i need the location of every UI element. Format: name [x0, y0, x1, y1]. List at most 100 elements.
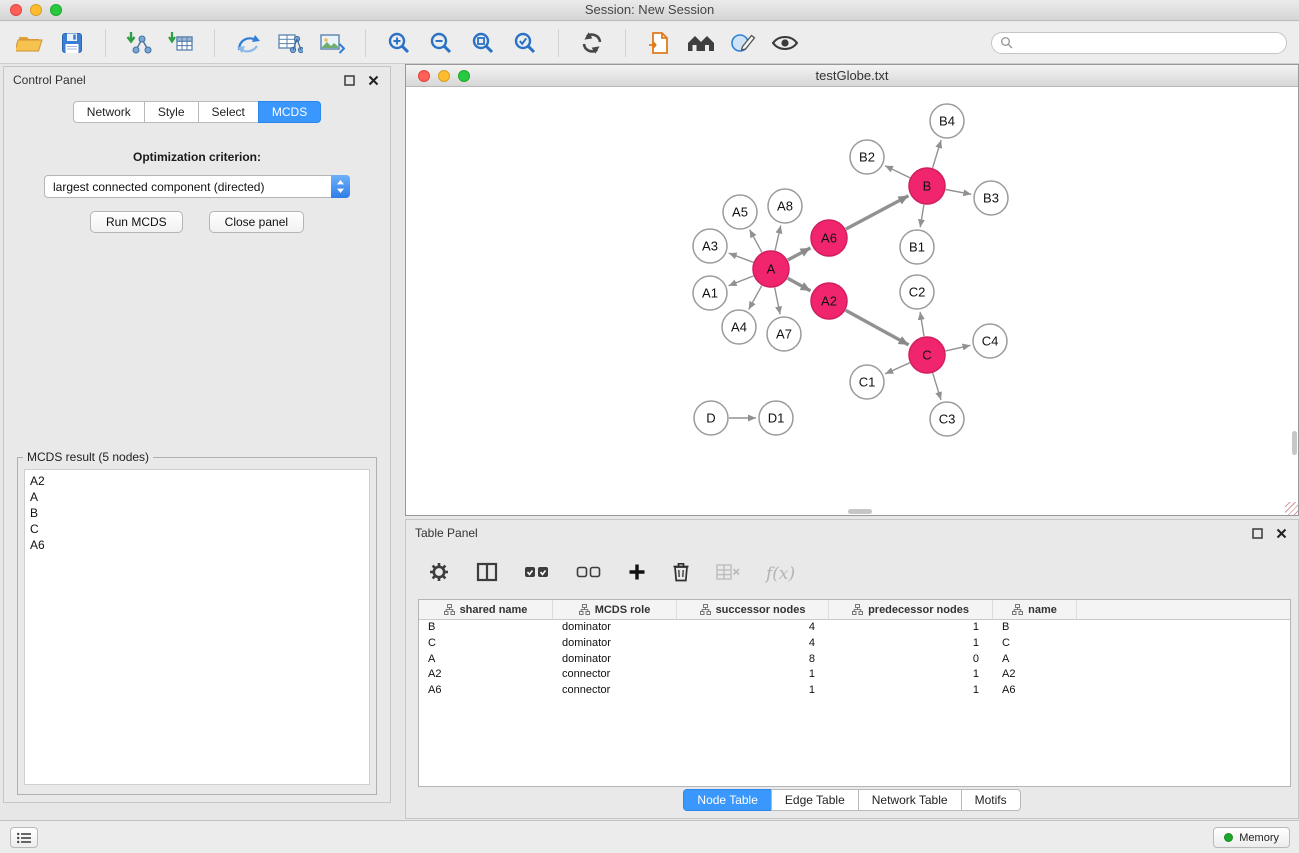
graph-node-C[interactable]: C	[909, 337, 945, 373]
graph-node-B4[interactable]: B4	[930, 104, 964, 138]
graph-node-B1[interactable]: B1	[900, 230, 934, 264]
graph-node-C1[interactable]: C1	[850, 365, 884, 399]
graph-edge-B-B4[interactable]	[933, 140, 942, 168]
table-row[interactable]: Cdominator41C	[419, 636, 1290, 652]
graph-edge-A2-C[interactable]	[846, 310, 909, 345]
minimize-window-button[interactable]	[30, 4, 42, 16]
table-tab-node-table[interactable]: Node Table	[683, 789, 772, 811]
graph-node-A2[interactable]: A2	[811, 283, 847, 319]
criterion-dropdown[interactable]: largest connected component (directed)	[44, 175, 350, 198]
network-close-button[interactable]	[418, 70, 430, 82]
zoom-fit-button[interactable]	[465, 27, 501, 59]
graph-node-C2[interactable]: C2	[900, 275, 934, 309]
table-tab-edge-table[interactable]: Edge Table	[771, 789, 859, 811]
delete-column-button[interactable]	[672, 562, 690, 587]
graph-node-D1[interactable]: D1	[759, 401, 793, 435]
table-tab-motifs[interactable]: Motifs	[961, 789, 1021, 811]
refresh-view-button[interactable]	[574, 27, 610, 59]
column-header-shared-name[interactable]: shared name	[419, 600, 553, 619]
open-session-button[interactable]	[12, 27, 48, 59]
zoom-in-button[interactable]	[381, 27, 417, 59]
memory-button[interactable]: Memory	[1213, 827, 1290, 848]
table-settings-button[interactable]	[428, 561, 450, 588]
import-network-button[interactable]	[121, 27, 157, 59]
select-all-button[interactable]	[524, 565, 550, 584]
graph-edge-A-A6[interactable]	[788, 248, 811, 260]
home-button[interactable]	[683, 27, 719, 59]
search-input[interactable]	[1018, 36, 1278, 50]
graph-edge-A-A7[interactable]	[775, 288, 780, 315]
graph-node-B[interactable]: B	[909, 168, 945, 204]
search-box[interactable]	[991, 32, 1287, 54]
show-columns-button[interactable]	[476, 562, 498, 587]
graph-edge-B-B1[interactable]	[920, 205, 924, 228]
graph-edge-A-A5[interactable]	[750, 230, 762, 253]
graph-edge-A-A2[interactable]	[788, 278, 811, 291]
graph-node-A3[interactable]: A3	[693, 229, 727, 263]
graph-edge-C-C2[interactable]	[920, 312, 924, 336]
close-window-button[interactable]	[10, 4, 22, 16]
network-window-titlebar[interactable]: testGlobe.txt	[406, 65, 1298, 87]
graph-edge-A-A4[interactable]	[749, 286, 762, 310]
column-header-name[interactable]: name	[993, 600, 1077, 619]
graph-edge-A6-B[interactable]	[846, 196, 909, 229]
graph-node-A4[interactable]: A4	[722, 310, 756, 344]
new-network-button[interactable]	[230, 27, 266, 59]
graph-edge-C-C1[interactable]	[885, 363, 910, 374]
network-graph[interactable]: B4 B2 B B3 A5 A8 A6 B1 A3 A A1 C2 A2 A4 A7 C4 C C1 C3 D D1	[406, 88, 1298, 515]
graph-edge-B-B3[interactable]	[946, 190, 972, 195]
graph-node-A8[interactable]: A8	[768, 189, 802, 223]
mcds-result-list[interactable]: A2ABCA6	[24, 469, 370, 785]
graph-node-C4[interactable]: C4	[973, 324, 1007, 358]
column-header-predecessor-nodes[interactable]: predecessor nodes	[829, 600, 993, 619]
table-tab-network-table[interactable]: Network Table	[858, 789, 962, 811]
resize-grip[interactable]	[1285, 502, 1298, 515]
zoom-selected-button[interactable]	[507, 27, 543, 59]
close-table-panel-button[interactable]	[1274, 526, 1289, 541]
graph-edge-A-A8[interactable]	[775, 226, 781, 251]
graph-edge-A-A1[interactable]	[729, 276, 754, 286]
graph-node-B2[interactable]: B2	[850, 140, 884, 174]
task-history-button[interactable]	[10, 827, 38, 848]
graph-node-A1[interactable]: A1	[693, 276, 727, 310]
save-session-button[interactable]	[54, 27, 90, 59]
network-minimize-button[interactable]	[438, 70, 450, 82]
table-row[interactable]: Adominator80A	[419, 652, 1290, 668]
graph-node-D[interactable]: D	[694, 401, 728, 435]
column-header-mcds-role[interactable]: MCDS role	[553, 600, 677, 619]
control-tab-mcds[interactable]: MCDS	[258, 101, 321, 123]
export-network-button[interactable]	[272, 27, 308, 59]
run-mcds-button[interactable]: Run MCDS	[90, 211, 183, 233]
graph-node-A7[interactable]: A7	[767, 317, 801, 351]
column-header-successor-nodes[interactable]: successor nodes	[677, 600, 829, 619]
table-row[interactable]: A2connector11A2	[419, 667, 1290, 683]
show-hide-details-button[interactable]	[767, 27, 803, 59]
graph-edge-C-C4[interactable]	[946, 345, 971, 351]
preview-button[interactable]	[725, 27, 761, 59]
export-image-button[interactable]	[314, 27, 350, 59]
control-tab-style[interactable]: Style	[144, 101, 199, 123]
deselect-all-button[interactable]	[576, 565, 602, 584]
graph-node-B3[interactable]: B3	[974, 181, 1008, 215]
vertical-scrollbar-thumb[interactable]	[1292, 431, 1297, 455]
control-tab-network[interactable]: Network	[73, 101, 145, 123]
graph-node-A[interactable]: A	[753, 251, 789, 287]
open-document-button[interactable]	[641, 27, 677, 59]
table-row[interactable]: A6connector11A6	[419, 683, 1290, 699]
add-column-button[interactable]	[628, 563, 646, 586]
graph-node-A5[interactable]: A5	[723, 195, 757, 229]
graph-edge-B-B2[interactable]	[885, 166, 910, 178]
graph-edge-C-C3[interactable]	[933, 373, 941, 400]
zoom-window-button[interactable]	[50, 4, 62, 16]
graph-node-A6[interactable]: A6	[811, 220, 847, 256]
horizontal-scrollbar-thumb[interactable]	[848, 509, 872, 514]
graph-edge-A-A3[interactable]	[729, 253, 754, 262]
control-tab-select[interactable]: Select	[198, 101, 259, 123]
close-panel-button[interactable]	[366, 73, 381, 88]
table-row[interactable]: Bdominator41B	[419, 620, 1290, 636]
graph-node-C3[interactable]: C3	[930, 402, 964, 436]
network-canvas[interactable]: B4 B2 B B3 A5 A8 A6 B1 A3 A A1 C2 A2 A4 A7 C4 C C1 C3 D D1	[406, 88, 1298, 515]
float-panel-button[interactable]	[342, 73, 357, 88]
close-panel-button-inline[interactable]: Close panel	[209, 211, 304, 233]
zoom-out-button[interactable]	[423, 27, 459, 59]
